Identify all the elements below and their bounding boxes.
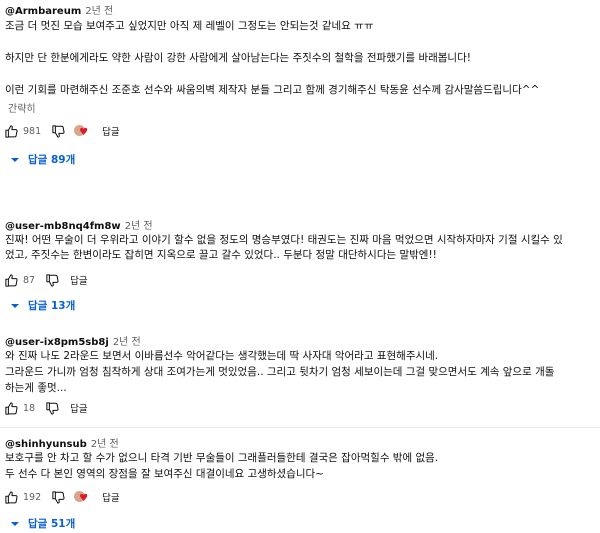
comment-text-line: 조금 더 멋진 모습 보여주고 싶었지만 아직 제 레벨이 그정도는 안되는것 …	[5, 20, 374, 32]
creator-heart-icon: ♥	[74, 124, 92, 139]
chevron-down-icon	[11, 521, 19, 526]
divider	[0, 427, 600, 428]
replies-count[interactable]: 답글 13개	[28, 298, 75, 313]
comment-actions: 87 답글	[4, 272, 88, 288]
comment-text-line: 와 진짜 나도 2라운드 보면서 이바름선수 악어같다는 생각했는데 딱 사자대…	[5, 350, 439, 362]
thumbs-down-icon[interactable]	[51, 490, 66, 505]
comment-text-line: 진짜! 어떤 무술이 더 우위라고 이야기 할수 없을 정도의 명승부였다! 태…	[5, 234, 563, 246]
like-count: 18	[23, 402, 36, 414]
thumbs-up-icon[interactable]	[4, 273, 19, 288]
comment-author[interactable]: @shinhyunsub 2년 전	[5, 435, 119, 450]
replies-count[interactable]: 답글 51개	[28, 516, 75, 531]
thumbs-down-icon[interactable]	[51, 124, 66, 139]
comment-text-line: 그라운드 가니까 엄청 침착하게 상대 조여가는게 멋있었음.. 그리고 뒷차기…	[5, 366, 555, 378]
like-count: 981	[23, 125, 42, 137]
reply-button[interactable]: 답글	[102, 490, 119, 504]
author-handle[interactable]: @shinhyunsub	[5, 439, 87, 450]
comment-actions: 981 ♥ 답글	[4, 123, 120, 139]
thumbs-up-icon[interactable]	[4, 490, 19, 505]
author-handle[interactable]: @Armbareum	[5, 6, 81, 17]
view-replies-button[interactable]: 답글 89개	[10, 152, 75, 167]
thumbs-down-icon[interactable]	[45, 273, 60, 288]
author-handle[interactable]: @user-ix8pm5sb8j	[5, 337, 109, 348]
comment-time[interactable]: 2년 전	[91, 439, 119, 450]
collapse-link[interactable]: 간략히	[8, 100, 36, 115]
view-replies-button[interactable]: 답글 13개	[10, 298, 75, 313]
comment-author[interactable]: @user-mb8nq4fm8w 2년 전	[5, 217, 153, 232]
comment-text-line: 하지만 단 한분에게라도 약한 사람이 강한 사람에게 살아남는다는 주짓수의 …	[5, 52, 471, 64]
comment-actions: 18 답글	[4, 400, 88, 416]
thumbs-up-icon[interactable]	[4, 124, 19, 139]
reply-button[interactable]: 답글	[70, 401, 87, 415]
creator-heart-icon: ♥	[74, 490, 92, 505]
comment-text-line: 보호구를 안 차고 할 수가 없으니 타격 기반 무술들이 그래플러들한테 결국…	[5, 452, 439, 464]
like-count: 87	[23, 274, 36, 286]
reply-button[interactable]: 답글	[70, 273, 87, 287]
comment-time[interactable]: 2년 전	[125, 221, 153, 232]
comment-text-line: 두 선수 다 본인 영역의 장점을 잘 보여주신 대결이네요 고생하셨습니다~	[5, 468, 324, 480]
comment-actions: 192 ♥ 답글	[4, 489, 120, 505]
chevron-down-icon	[11, 303, 19, 308]
comment-text-line: 이런 기회를 마련해주신 조준호 선수와 싸움의벽 제작자 분들 그리고 함께 …	[5, 84, 540, 96]
author-handle[interactable]: @user-mb8nq4fm8w	[5, 221, 121, 232]
like-count: 192	[23, 491, 42, 503]
comment-author[interactable]: @user-ix8pm5sb8j 2년 전	[5, 333, 141, 348]
comment-text-line: 하는게 좋멋...	[5, 382, 67, 394]
comment-text-line: 었고, 주짓수는 한변이라도 잡히면 지옥으로 끌고 갈수 있었다.. 두분다 …	[5, 249, 437, 261]
comment-author[interactable]: @Armbareum 2년 전	[5, 2, 113, 17]
replies-count[interactable]: 답글 89개	[28, 152, 75, 167]
reply-button[interactable]: 답글	[102, 124, 119, 138]
view-replies-button[interactable]: 답글 51개	[10, 516, 75, 531]
comment-time[interactable]: 2년 전	[85, 6, 113, 17]
comment-time[interactable]: 2년 전	[113, 337, 141, 348]
thumbs-down-icon[interactable]	[45, 401, 60, 416]
chevron-down-icon	[11, 157, 19, 162]
thumbs-up-icon[interactable]	[4, 401, 19, 416]
